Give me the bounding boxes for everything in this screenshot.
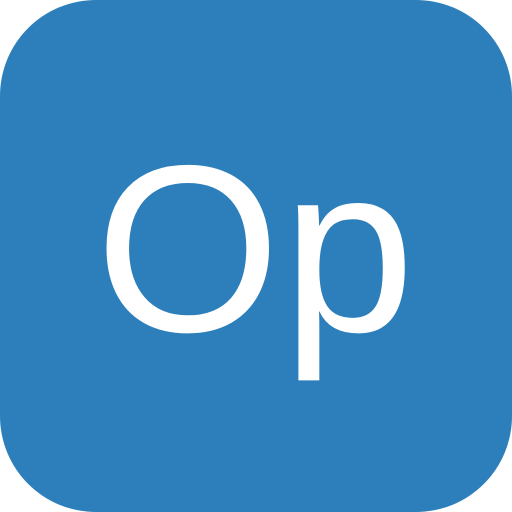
app-icon-tile[interactable]: Op [0, 0, 512, 512]
app-icon-label: Op [95, 117, 417, 382]
